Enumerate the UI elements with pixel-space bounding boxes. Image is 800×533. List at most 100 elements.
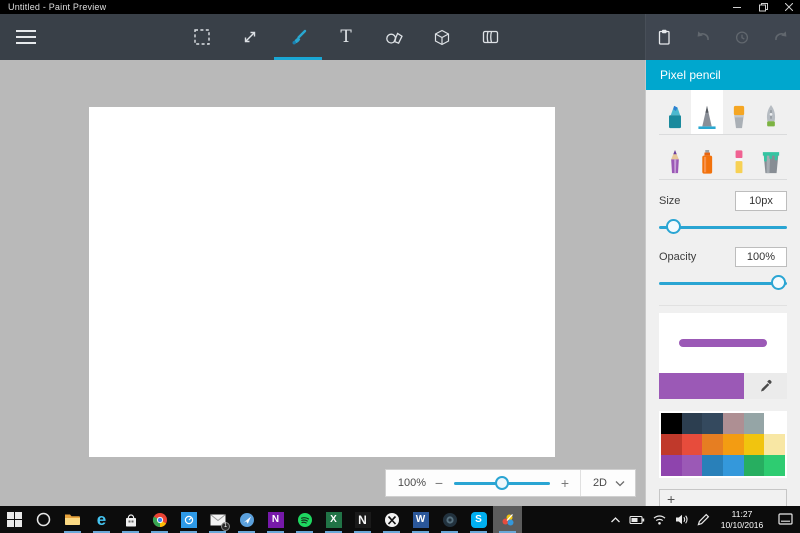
tool-strip: T [178,14,514,60]
palette-swatch[interactable] [682,455,703,476]
zoom-out-button[interactable]: − [430,476,448,490]
edge-button[interactable]: e [87,506,116,533]
tool-text[interactable]: T [322,14,370,60]
stroke-sample [679,339,767,347]
action-center-icon[interactable] [770,506,800,533]
word-button[interactable]: W [406,506,435,533]
mail-button[interactable]: 1 [203,506,232,533]
tool-3d-objects[interactable] [418,14,466,60]
volume-icon[interactable] [670,506,692,533]
xbox-icon [384,512,400,528]
palette-swatch[interactable] [764,434,785,455]
tray-chevron-up-icon[interactable] [604,506,626,533]
current-color-swatch[interactable] [659,373,744,399]
close-button[interactable] [784,2,794,12]
palette-swatch[interactable] [661,434,682,455]
opacity-slider-thumb[interactable] [771,275,786,290]
wifi-icon[interactable] [648,506,670,533]
blue-tile-app-button[interactable] [174,506,203,533]
drawing-canvas[interactable] [89,107,555,457]
brush-fill-bucket[interactable] [755,135,787,179]
brush-fountain-pen[interactable] [755,90,787,134]
opacity-input[interactable]: 100% [735,247,787,267]
file-explorer-button[interactable] [58,506,87,533]
palette-swatch[interactable] [661,455,682,476]
cortana-button[interactable] [29,506,58,533]
palette-swatch[interactable] [723,455,744,476]
tool-canvas[interactable] [466,14,514,60]
brush-pixel-pencil[interactable] [691,90,723,134]
palette-swatch[interactable] [682,413,703,434]
eyedropper-button[interactable] [744,373,787,399]
edge-icon: e [94,512,110,528]
windows-logo-icon [7,512,22,527]
taskbar-apps: e [0,506,522,533]
menu-icon[interactable] [16,14,46,60]
paint-app-button[interactable] [493,506,522,533]
undo-button[interactable] [684,14,723,60]
tool-select[interactable] [178,14,226,60]
excel-icon: X [326,512,342,528]
brush-colored-pencil[interactable] [659,135,691,179]
netflix-button[interactable]: N [348,506,377,533]
dimension-mode[interactable]: 2D [587,477,615,489]
stroke-preview [659,313,787,373]
redo-button[interactable] [761,14,800,60]
palette-swatch[interactable] [702,434,723,455]
palette-swatch[interactable] [723,434,744,455]
excel-button[interactable]: X [319,506,348,533]
tray-clock[interactable]: 11:27 10/10/2016 [714,509,770,530]
tray-date: 10/10/2016 [714,520,770,531]
palette-swatch[interactable] [764,455,785,476]
text-tool-icon: T [340,29,351,46]
palette-swatch[interactable] [744,434,765,455]
dark-sphere-app-button[interactable] [435,506,464,533]
palette-swatch[interactable] [682,434,703,455]
opacity-slider[interactable] [659,274,787,292]
palette-swatch[interactable] [661,413,682,434]
tool-shapes[interactable] [370,14,418,60]
divider [659,305,787,306]
chrome-button[interactable] [145,506,174,533]
palette-swatch[interactable] [702,455,723,476]
zoom-slider[interactable] [454,475,550,491]
brush-spray-can[interactable] [691,135,723,179]
brush-row-2 [659,135,787,180]
zoom-slider-thumb[interactable] [495,476,509,490]
system-tray: 11:27 10/10/2016 [604,506,800,533]
pen-workspace-icon[interactable] [692,506,714,533]
paint-app-icon [500,512,516,528]
brush-eraser[interactable] [723,135,755,179]
battery-icon[interactable] [626,506,648,533]
start-button[interactable] [0,506,29,533]
size-input[interactable]: 10px [735,191,787,211]
zoom-in-button[interactable]: + [556,476,574,490]
paste-button[interactable] [645,14,684,60]
panel-title: Pixel pencil [646,60,800,90]
palette-swatch[interactable] [744,455,765,476]
size-slider[interactable] [659,218,787,236]
onenote-button[interactable]: N [261,506,290,533]
palette-swatch[interactable] [702,413,723,434]
minimize-button[interactable] [732,2,742,12]
size-slider-thumb[interactable] [666,219,681,234]
tool-resize[interactable] [226,14,274,60]
folder-icon [64,512,81,527]
tool-settings-panel: Pixel pencil [645,60,800,506]
skype-icon: S [471,512,487,528]
restore-button[interactable] [758,2,768,12]
tool-brush[interactable] [274,14,322,60]
skype-button[interactable]: S [464,506,493,533]
palette-swatch[interactable] [764,413,785,434]
blue-circle-app-button[interactable] [232,506,261,533]
chevron-down-icon[interactable] [615,480,627,487]
spotify-button[interactable] [290,506,319,533]
brush-calligraphy-pen[interactable] [723,90,755,134]
xbox-button[interactable] [377,506,406,533]
title-bar: Untitled - Paint Preview [0,0,800,14]
palette-swatch[interactable] [723,413,744,434]
palette-swatch[interactable] [744,413,765,434]
history-button[interactable] [723,14,762,60]
store-button[interactable] [116,506,145,533]
brush-marker[interactable] [659,90,691,134]
